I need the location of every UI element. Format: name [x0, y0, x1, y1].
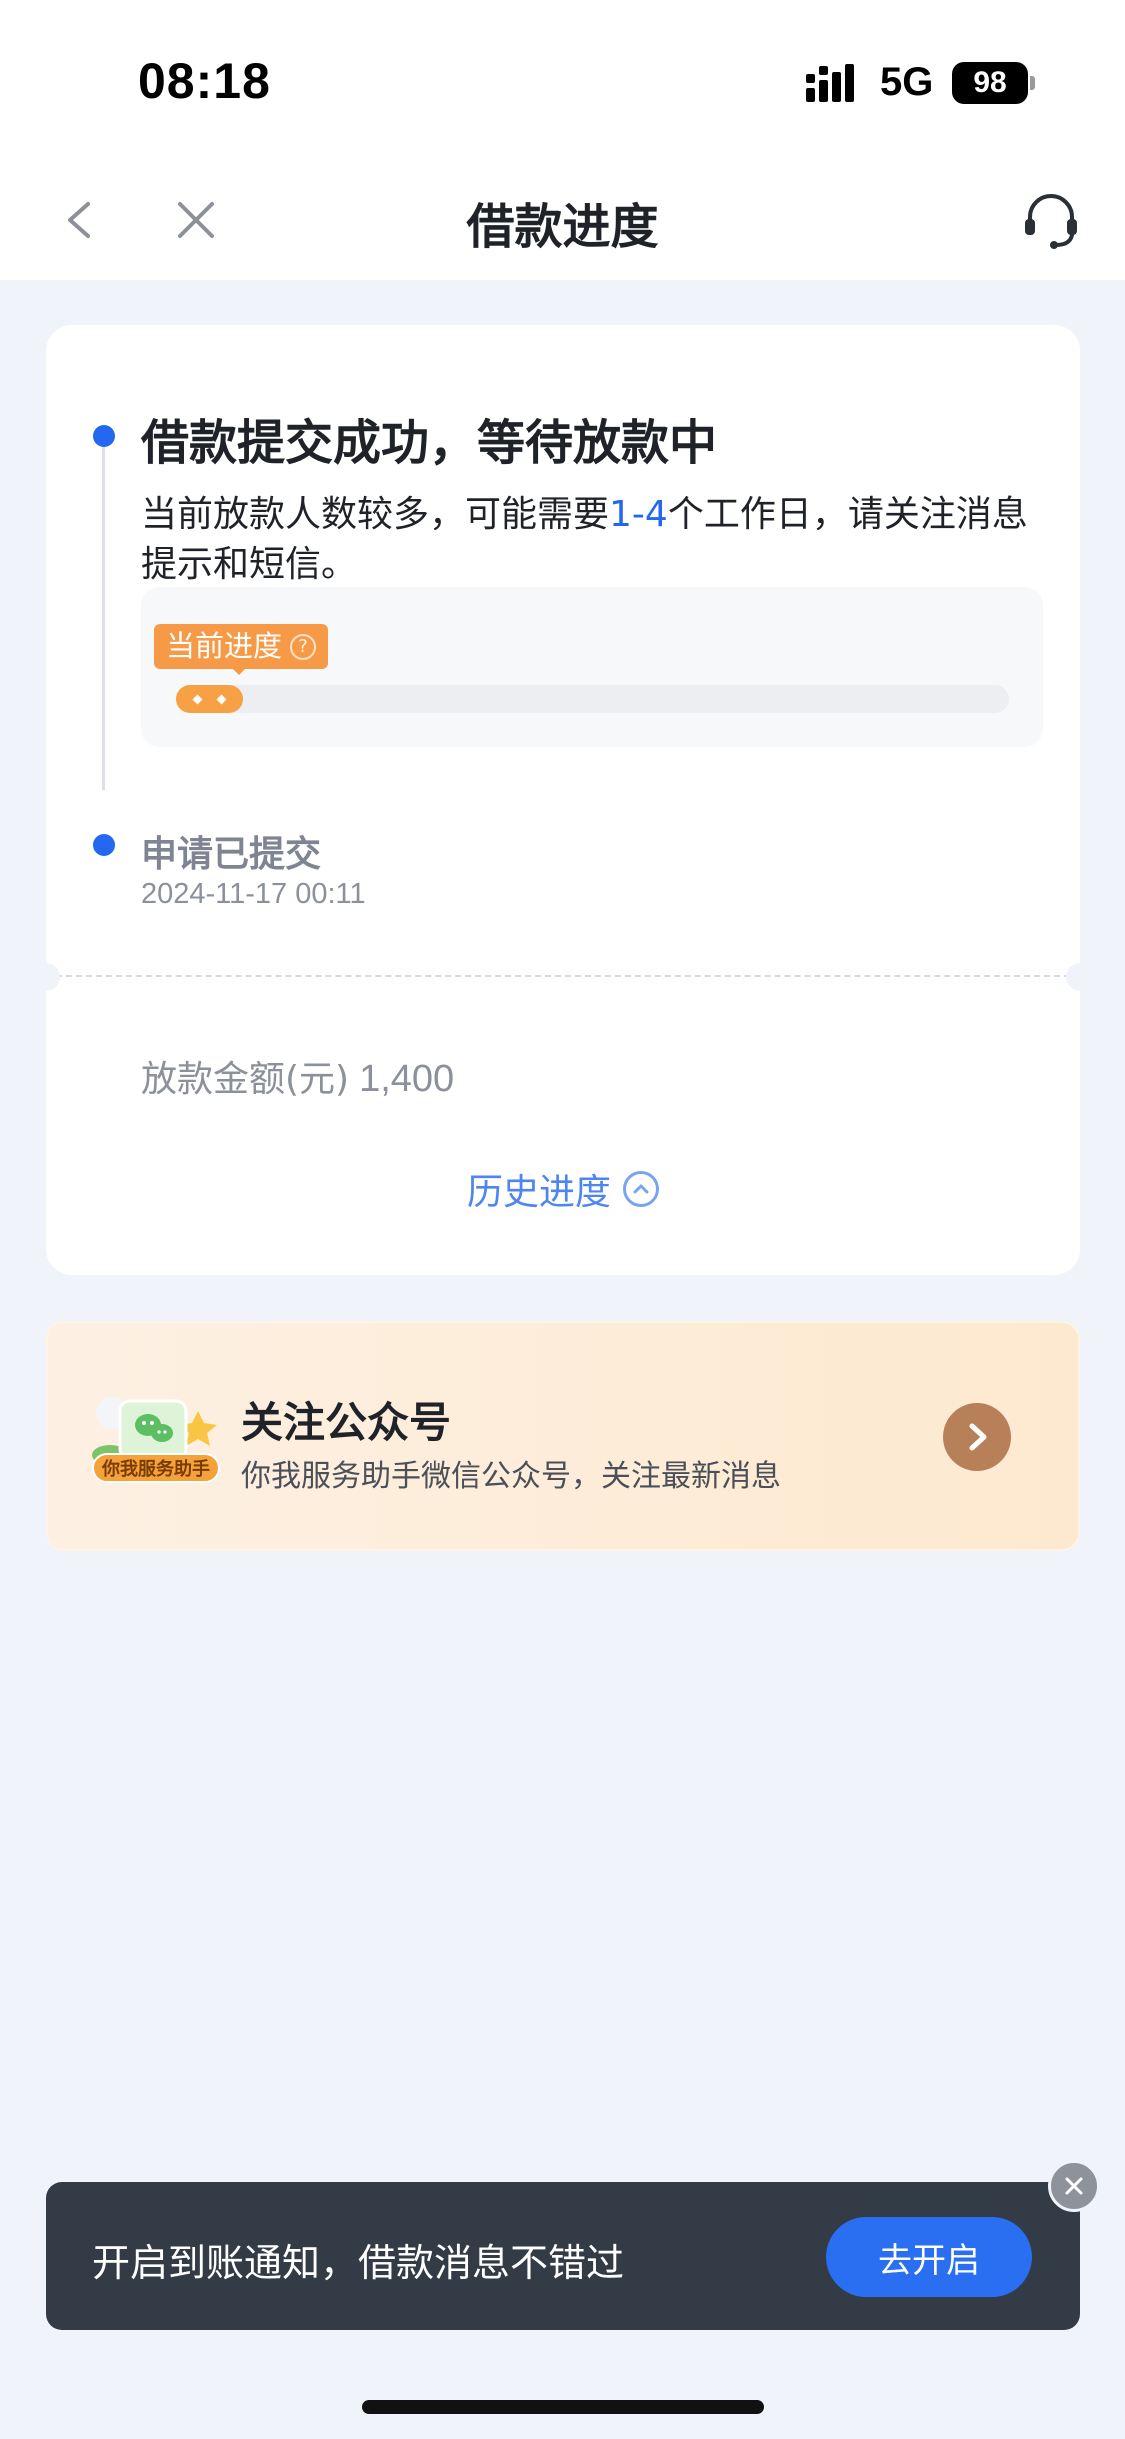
- follow-title: 关注公众号: [241, 1398, 452, 1447]
- progress-tag[interactable]: 当前进度 ?: [154, 624, 329, 669]
- history-link-label: 历史进度: [466, 1172, 611, 1213]
- progress-track: [176, 685, 1009, 713]
- timeline-line: [102, 435, 105, 790]
- dashed-divider: [46, 975, 1080, 977]
- notification-text: 开启到账通知，借款消息不错过: [92, 2241, 625, 2285]
- loan-progress-card: 借款提交成功，等待放款中 当前放款人数较多，可能需要1-4个工作日，请关注消息提…: [32, 325, 1094, 1275]
- signal-icon: [806, 64, 854, 102]
- follow-badge: 你我服务助手: [92, 1453, 220, 1483]
- follow-subtitle: 你我服务助手微信公众号，关注最新消息: [241, 1459, 781, 1494]
- progress-fill: [176, 685, 243, 713]
- ticket-notch-left: [32, 963, 60, 991]
- status-bar: 08:18 5G 98: [0, 0, 1125, 165]
- chevron-up-circle-icon: [623, 1171, 659, 1207]
- progress-diamond-icon: [192, 694, 202, 704]
- help-icon: ?: [290, 633, 317, 660]
- notification-toast: 开启到账通知，借款消息不错过 去开启: [46, 2182, 1080, 2330]
- status-description: 当前放款人数较多，可能需要1-4个工作日，请关注消息提示和短信。: [141, 490, 1041, 590]
- battery-icon: 98: [952, 62, 1028, 104]
- enable-notification-button[interactable]: 去开启: [826, 2217, 1032, 2297]
- status-desc-highlight: 1-4: [609, 494, 668, 535]
- progress-tag-label: 当前进度: [166, 629, 283, 663]
- timeline-dot-submitted: [93, 834, 115, 856]
- status-desc-before: 当前放款人数较多，可能需要: [141, 494, 610, 535]
- follow-official-account-banner[interactable]: 你我服务助手 关注公众号 你我服务助手微信公众号，关注最新消息: [46, 1321, 1080, 1551]
- amount-row: 放款金额(元) 1,400: [141, 1050, 454, 1102]
- history-progress-link[interactable]: 历史进度: [46, 1163, 1080, 1215]
- status-time: 08:18: [138, 53, 271, 109]
- ticket-notch-right: [1066, 963, 1094, 991]
- page-title: 借款进度: [466, 199, 659, 255]
- close-icon[interactable]: [1048, 2160, 1100, 2212]
- progress-diamond-icon: [216, 694, 227, 704]
- battery-level: 98: [973, 66, 1007, 99]
- customer-service-icon[interactable]: [1018, 187, 1084, 253]
- chevron-right-icon[interactable]: [943, 1403, 1011, 1471]
- submitted-time: 2024-11-17 00:11: [141, 878, 366, 910]
- progress-tag-pointer: [231, 667, 247, 675]
- battery-nub: [1030, 76, 1035, 90]
- timeline-dot-current: [93, 425, 115, 447]
- progress-box: 当前进度 ?: [141, 587, 1043, 747]
- network-type: 5G: [880, 60, 934, 104]
- status-title: 借款提交成功，等待放款中: [141, 415, 718, 471]
- home-indicator[interactable]: [362, 2400, 764, 2414]
- nav-bar: 借款进度: [0, 165, 1125, 280]
- amount-value: 1,400: [359, 1058, 455, 1100]
- amount-label: 放款金额(元): [141, 1059, 350, 1100]
- submitted-label: 申请已提交: [141, 834, 322, 875]
